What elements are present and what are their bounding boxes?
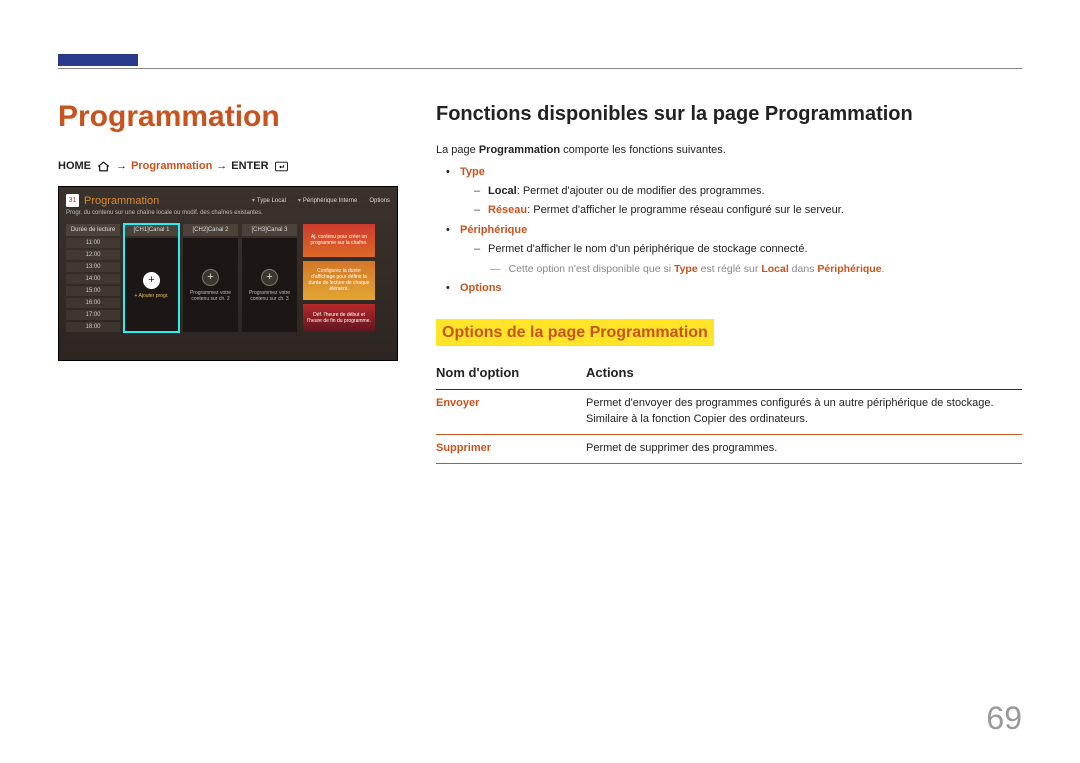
calendar-icon: 31: [66, 194, 79, 207]
sub-section-heading: Options de la page Programmation: [436, 319, 714, 346]
ds-hint-2: Configurez la durée d'affichage pour déf…: [303, 261, 375, 300]
ds-time-row: 17:00: [66, 310, 120, 320]
ds-hint-3: Déf. l'heure de début et l'heure de fin …: [303, 304, 375, 332]
bullet-options: Options: [450, 281, 1022, 297]
dash-icon: [490, 262, 501, 277]
section-heading: Fonctions disponibles sur la page Progra…: [436, 100, 1022, 129]
page-number: 69: [986, 700, 1022, 737]
table-row: Envoyer Permet d'envoyer des programmes …: [436, 389, 1022, 434]
th-actions: Actions: [586, 356, 1022, 389]
breadcrumb-programmation: Programmation: [131, 160, 212, 172]
breadcrumb-enter: ENTER: [231, 160, 268, 172]
plus-icon[interactable]: +: [202, 269, 219, 286]
ds-ch-header: [CH3]Canal 3: [242, 224, 297, 236]
bullet-periph: Périphérique Permet d'afficher le nom d'…: [450, 223, 1022, 277]
ds-time-row: 11:00: [66, 238, 120, 248]
periph-note: Cette option n'est disponible que si Typ…: [460, 262, 1022, 277]
ds-time-column: Durée de lecture 11:00 12:00 13:00 14:00…: [66, 224, 120, 332]
ds-channel-1[interactable]: [CH1]Canal 1 + + Ajouter progr.: [124, 224, 179, 332]
plus-icon[interactable]: +: [261, 269, 278, 286]
content-area: Programmation HOME → Programmation → ENT…: [58, 100, 1022, 464]
right-column: Fonctions disponibles sur la page Progra…: [436, 100, 1022, 464]
td-actions: Permet d'envoyer des programmes configur…: [586, 389, 1022, 434]
ds-subtitle: Progr. du contenu sur une chaîne locale …: [66, 210, 390, 216]
intro-text: La page Programmation comporte les fonct…: [436, 143, 1022, 159]
td-actions: Permet de supprimer des programmes.: [586, 434, 1022, 463]
options-table: Nom d'option Actions Envoyer Permet d'en…: [436, 356, 1022, 464]
ds-title: Programmation: [84, 195, 159, 207]
td-option-name: Envoyer: [436, 389, 586, 434]
ds-ch-header: [CH1]Canal 1: [124, 224, 179, 236]
left-column: Programmation HOME → Programmation → ENT…: [58, 100, 398, 464]
ds-ch-header: [CH2]Canal 2: [183, 224, 238, 236]
sub-local: Local: Permet d'ajouter ou de modifier d…: [478, 184, 1022, 200]
page-title: Programmation: [58, 100, 398, 134]
device-screenshot: 31 Programmation ▾Type Local ▾Périphériq…: [58, 186, 398, 361]
ds-channel-3[interactable]: [CH3]Canal 3 + Programmez votre contenu …: [242, 224, 297, 332]
chapter-indicator: [58, 54, 138, 66]
ds-ch-caption: Programmez votre contenu sur ch. 3: [244, 290, 295, 302]
sub-periph-desc: Permet d'afficher le nom d'un périphériq…: [478, 242, 1022, 258]
ds-options-control[interactable]: Options: [369, 198, 390, 204]
opt-name-options: Options: [460, 282, 502, 294]
td-option-name: Supprimer: [436, 434, 586, 463]
enter-icon: [275, 161, 288, 172]
bullet-type: Type Local: Permet d'ajouter ou de modif…: [450, 165, 1022, 219]
ds-time-row: 13:00: [66, 262, 120, 272]
th-option-name: Nom d'option: [436, 356, 586, 389]
ds-periph-control[interactable]: ▾Périphérique Interne: [298, 197, 357, 204]
ds-ch-caption: Programmez votre contenu sur ch. 2: [185, 290, 236, 302]
ds-type-control[interactable]: ▾Type Local: [252, 197, 286, 204]
breadcrumb-arrow: →: [116, 160, 127, 172]
ds-time-row: 14:00: [66, 274, 120, 284]
ds-add-label: + Ajouter progr.: [134, 293, 168, 299]
ds-channel-2[interactable]: [CH2]Canal 2 + Programmez votre contenu …: [183, 224, 238, 332]
breadcrumb-home: HOME: [58, 160, 91, 172]
ds-time-row: 15:00: [66, 286, 120, 296]
table-row: Supprimer Permet de supprimer des progra…: [436, 434, 1022, 463]
breadcrumb: HOME → Programmation → ENTER: [58, 160, 398, 172]
sub-reseau: Réseau: Permet d'afficher le programme r…: [478, 203, 1022, 219]
ds-time-row: 16:00: [66, 298, 120, 308]
home-icon: [97, 161, 110, 172]
plus-icon[interactable]: +: [143, 272, 160, 289]
ds-time-row: 18:00: [66, 322, 120, 332]
ds-hint-1: Aj. contenu pour créer un programme sur …: [303, 224, 375, 257]
ds-time-row: 12:00: [66, 250, 120, 260]
top-rule: [58, 68, 1022, 69]
ds-time-header: Durée de lecture: [66, 224, 120, 236]
ds-side-hints: Aj. contenu pour créer un programme sur …: [303, 224, 375, 332]
opt-name-type: Type: [460, 166, 485, 178]
opt-name-periph: Périphérique: [460, 224, 527, 236]
breadcrumb-arrow: →: [216, 160, 227, 172]
